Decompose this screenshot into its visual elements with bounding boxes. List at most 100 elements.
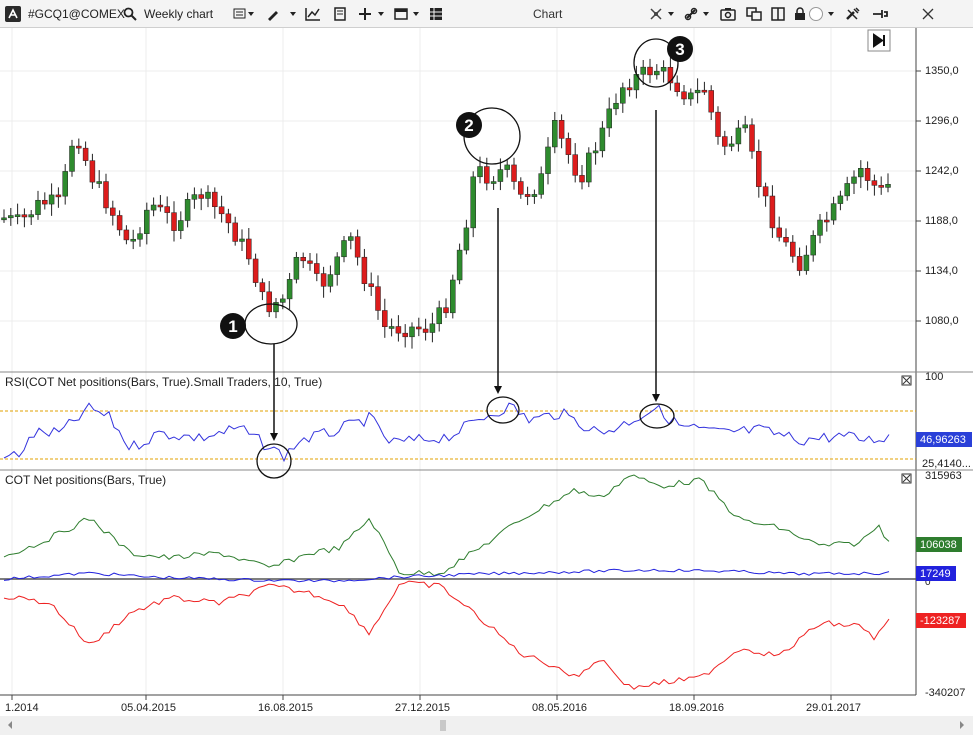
highlight-ellipse — [256, 443, 292, 479]
cot-blue-badge: 17249 — [916, 566, 956, 581]
candle-body — [205, 191, 211, 199]
candle-body — [314, 263, 320, 274]
time-axis-label: 1.2014 — [5, 702, 39, 714]
candle-body — [844, 183, 850, 197]
candle-body — [21, 214, 28, 218]
drawing-pen-icon[interactable] — [266, 3, 298, 25]
crosshair-icon[interactable] — [358, 3, 388, 25]
candle-body — [504, 164, 510, 170]
candle-body — [626, 87, 633, 91]
rsi-indicator — [3, 402, 890, 463]
color-selector-icon[interactable] — [808, 3, 840, 25]
candle-body — [586, 152, 592, 183]
cot-blue-value: 17249 — [920, 568, 951, 580]
template-icon[interactable] — [333, 3, 347, 25]
marker-2: 2 — [456, 112, 482, 138]
candle-body — [490, 181, 497, 184]
timeframe-selector[interactable]: Weekly chart — [144, 3, 213, 25]
split-panels-icon[interactable] — [771, 3, 785, 25]
symbol-selector[interactable]: #GCQ1@COMEX — [28, 3, 125, 25]
candle-body — [531, 194, 538, 197]
chart-type-icon[interactable] — [233, 3, 255, 25]
candle-body — [341, 240, 347, 258]
candle-body — [320, 273, 327, 287]
marker-3-number: 3 — [675, 40, 684, 59]
candle-body — [463, 227, 470, 251]
candle-body — [368, 283, 374, 287]
candle-body — [681, 91, 687, 100]
screenshot-camera-icon[interactable] — [720, 3, 736, 25]
candle-body — [327, 274, 334, 287]
cot-panel-close-button[interactable] — [901, 473, 912, 484]
lock-icon[interactable] — [793, 3, 807, 25]
time-axis-label: 16.08.2015 — [258, 702, 313, 714]
candle-body — [35, 199, 41, 215]
chart-area[interactable]: 1350,0 1296,0 1242,0 1188,0 1134,0 1080,… — [0, 28, 973, 735]
candle-body — [728, 143, 735, 147]
candle-body — [688, 92, 694, 100]
candle-body — [8, 215, 14, 219]
candle-body — [647, 66, 653, 76]
scroll-to-end-button[interactable] — [867, 29, 891, 52]
cot-green-badge: 106038 — [916, 537, 962, 552]
candle-body — [89, 160, 96, 183]
candle-body — [191, 194, 198, 200]
symbol-search-icon[interactable] — [123, 3, 137, 25]
candle-body — [511, 164, 517, 182]
cot-red-badge: -123287 — [916, 613, 966, 628]
candle-body — [218, 206, 225, 215]
candle-body — [123, 229, 130, 241]
candle-body — [382, 310, 388, 328]
candle-body — [456, 249, 463, 281]
candle-body — [110, 207, 116, 216]
candle-body — [640, 66, 646, 75]
indicators-icon[interactable] — [305, 3, 321, 25]
candle-body — [599, 127, 606, 152]
horizontal-scrollbar[interactable] — [0, 716, 973, 735]
candle-body — [307, 260, 313, 264]
candle-body — [694, 89, 701, 94]
sync-icon[interactable] — [649, 3, 679, 25]
chart-toolbar: #GCQ1@COMEX Weekly chart Chart — [0, 0, 973, 28]
candle-body — [538, 173, 544, 195]
candle-body — [783, 237, 789, 243]
data-table-icon[interactable] — [429, 3, 443, 25]
candle-body — [395, 326, 402, 334]
window-layout-icon[interactable] — [394, 3, 424, 25]
rsi-panel-close-button[interactable] — [901, 375, 912, 386]
candle-body — [280, 298, 286, 303]
candle-body — [69, 145, 75, 172]
candle-body — [708, 90, 714, 113]
highlight-ellipse — [486, 396, 520, 424]
settings-tools-icon[interactable] — [845, 3, 861, 25]
candle-body — [871, 180, 878, 186]
link-icon[interactable] — [684, 3, 714, 25]
candle-body — [198, 194, 204, 199]
window-title: Chart — [533, 3, 562, 25]
marker-1-number: 1 — [228, 317, 237, 336]
candle-body — [450, 279, 456, 314]
cot-indicator — [3, 474, 890, 690]
candle-body — [239, 238, 245, 242]
window-title-text: Chart — [533, 7, 563, 21]
candle-body — [62, 171, 68, 197]
candle-body — [259, 282, 266, 293]
copy-windows-icon[interactable] — [746, 3, 762, 25]
candle-body — [212, 191, 218, 207]
timeframe-label: Weekly chart — [144, 7, 214, 21]
candle-body — [762, 186, 769, 197]
price-axis-label: 1350,0 — [925, 65, 959, 77]
marker-2-number: 2 — [464, 116, 473, 135]
pin-icon[interactable] — [872, 3, 888, 25]
app-logo-icon — [4, 3, 22, 25]
candle-body — [164, 206, 170, 213]
candle-body — [592, 150, 599, 154]
candle-body — [470, 176, 476, 229]
candle-body — [810, 235, 816, 256]
candle-body — [824, 219, 830, 223]
candle-body — [252, 258, 259, 283]
candle-body — [409, 326, 415, 338]
candle-body — [769, 195, 776, 229]
candle-body — [334, 256, 340, 275]
close-window-button[interactable] — [912, 0, 944, 28]
